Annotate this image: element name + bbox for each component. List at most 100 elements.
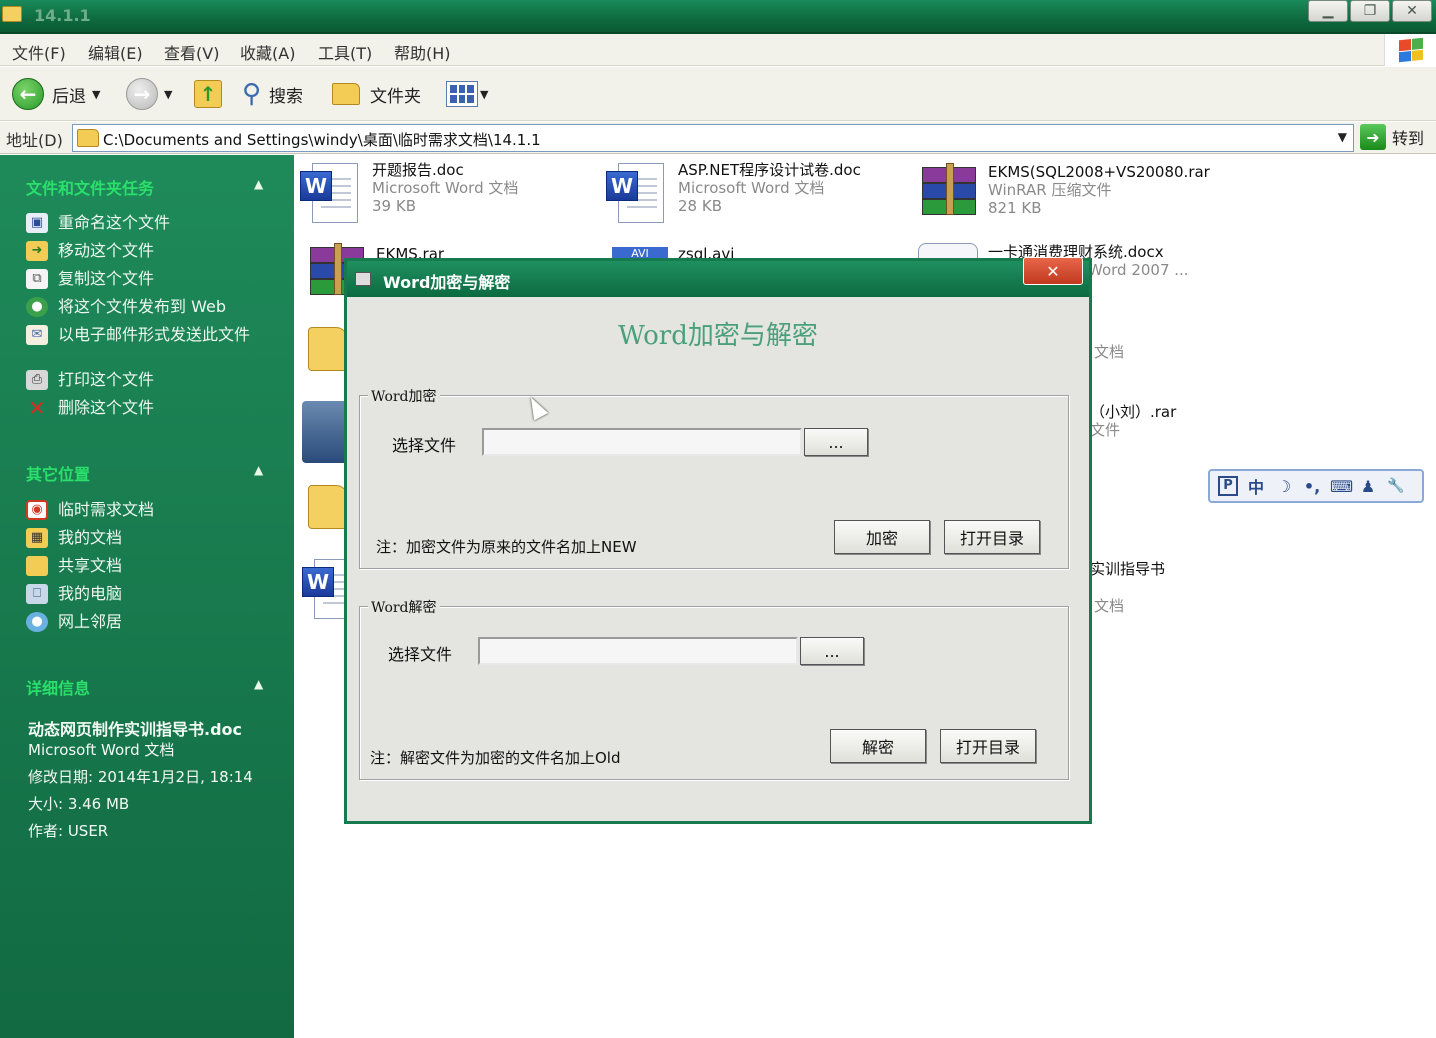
encrypt-button[interactable]: 加密: [834, 520, 930, 554]
punctuation-icon[interactable]: •,: [1302, 477, 1322, 496]
dialog-close-button[interactable]: ✕: [1023, 257, 1083, 285]
shared-folder-icon: [26, 556, 48, 576]
minimize-button[interactable]: ▁: [1308, 0, 1348, 22]
collapse-icon[interactable]: ▲: [254, 677, 263, 691]
winrar-archive-icon: [916, 163, 978, 225]
encrypt-note: 注：加密文件为原来的文件名加上NEW: [376, 538, 637, 556]
decrypt-file-input[interactable]: [478, 637, 798, 665]
place-shared-documents[interactable]: 共享文档: [26, 556, 122, 576]
views-icon: [446, 81, 478, 107]
decrypt-button[interactable]: 解密: [830, 729, 926, 763]
decrypt-group: Word解密 选择文件 ... 解密 打开目录 注：解密文件为加密的文件名加上O…: [359, 597, 1069, 780]
back-button[interactable]: ← 后退 ▼: [12, 77, 100, 111]
place-my-computer[interactable]: ⎕ 我的电脑: [26, 584, 122, 604]
search-icon: ⚲: [242, 79, 262, 109]
encrypt-group-legend: Word加密: [368, 386, 440, 406]
task-rename[interactable]: ▣ 重命名这个文件: [26, 213, 170, 233]
chevron-down-icon[interactable]: ▼: [92, 88, 100, 101]
decrypt-note: 注：解密文件为加密的文件名加上Old: [370, 749, 621, 767]
word-doc-icon: W: [300, 161, 362, 227]
folders-button[interactable]: 文件夹: [332, 77, 421, 111]
encrypt-open-dir-button[interactable]: 打开目录: [944, 520, 1040, 554]
encrypt-browse-button[interactable]: ...: [804, 428, 868, 456]
task-email[interactable]: ✉ 以电子邮件形式发送此文件: [26, 325, 256, 345]
places-section-title[interactable]: 其它位置: [26, 461, 90, 485]
window-title: 14.1.1: [34, 6, 91, 25]
dialog-titlebar: Word加密与解密 ✕: [347, 257, 1089, 297]
menu-tools[interactable]: 工具(T): [318, 40, 372, 64]
encrypt-file-input[interactable]: [482, 428, 802, 456]
folder-icon: [77, 129, 99, 147]
search-button[interactable]: ⚲ 搜索: [242, 77, 303, 111]
go-button[interactable]: ➜ 转到: [1360, 124, 1424, 150]
maximize-button[interactable]: ❐: [1350, 0, 1390, 22]
decrypt-group-legend: Word解密: [368, 597, 440, 617]
ime-logo-icon[interactable]: P: [1218, 476, 1238, 496]
task-delete[interactable]: ✕ 删除这个文件: [26, 398, 154, 418]
chevron-down-icon[interactable]: ▼: [164, 88, 172, 101]
collapse-icon[interactable]: ▲: [254, 463, 263, 477]
menu-edit[interactable]: 编辑(E): [88, 40, 143, 64]
folder-icon[interactable]: [308, 327, 348, 371]
user-icon[interactable]: ♟: [1358, 477, 1378, 496]
chevron-down-icon[interactable]: ▼: [1338, 130, 1347, 144]
ime-chinese-mode[interactable]: 中: [1246, 474, 1266, 498]
task-copy[interactable]: ⧉ 复制这个文件: [26, 269, 154, 289]
folder-icon[interactable]: [308, 485, 348, 529]
place-temp-docs[interactable]: ◉ 临时需求文档: [26, 500, 154, 520]
menu-help[interactable]: 帮助(H): [394, 40, 451, 64]
details-section-title[interactable]: 详细信息: [26, 675, 90, 699]
rename-icon: ▣: [26, 213, 48, 233]
close-button[interactable]: ✕: [1392, 0, 1432, 22]
folder-icon: [332, 83, 360, 105]
printer-icon: ⎙: [26, 370, 48, 390]
menu-favorites[interactable]: 收藏(A): [240, 40, 295, 64]
email-icon: ✉: [26, 325, 48, 345]
partial-file-type: 文件: [1090, 421, 1121, 439]
go-arrow-icon: ➜: [1360, 124, 1386, 150]
ime-toolbar: P 中 ☽ •, ⌨ ♟ 🔧: [1208, 469, 1424, 503]
menu-file[interactable]: 文件(F): [12, 40, 66, 64]
windows-logo-icon: [1384, 34, 1436, 66]
chevron-down-icon[interactable]: ▼: [480, 88, 488, 101]
decrypt-browse-button[interactable]: ...: [800, 637, 864, 665]
address-label: 地址(D): [6, 131, 63, 150]
place-network[interactable]: ● 网上邻居: [26, 612, 122, 632]
soft-keyboard-icon[interactable]: ⌨: [1330, 477, 1353, 496]
settings-wrench-icon[interactable]: 🔧: [1386, 478, 1406, 494]
file-item[interactable]: W ASP.NET程序设计试卷.doc Microsoft Word 文档 28…: [606, 161, 861, 227]
address-input[interactable]: C:\Documents and Settings\windy\桌面\临时需求文…: [72, 124, 1354, 152]
decrypt-file-label: 选择文件: [388, 645, 453, 664]
address-bar: 地址(D) C:\Documents and Settings\windy\桌面…: [0, 122, 1436, 154]
encrypt-file-label: 选择文件: [392, 436, 457, 455]
encrypt-group: Word加密 选择文件 ... 加密 打开目录 注：加密文件为原来的文件名加上N…: [359, 386, 1069, 569]
app-icon: [355, 272, 371, 286]
task-publish-web[interactable]: ● 将这个文件发布到 Web: [26, 297, 226, 317]
place-my-documents[interactable]: ▦ 我的文档: [26, 528, 122, 548]
word-encrypt-dialog: Word加密与解密 ✕ Word加密与解密 Word加密 选择文件 ... 加密…: [344, 257, 1092, 824]
move-icon: ➜: [26, 241, 48, 261]
task-print[interactable]: ⎙ 打印这个文件: [26, 370, 154, 390]
partial-file-name: （小刘）.rar: [1090, 403, 1177, 421]
file-item[interactable]: EKMS(SQL2008+VS20080.rar WinRAR 压缩文件 821…: [916, 163, 1210, 225]
partial-file-type: 文档: [1094, 343, 1125, 361]
up-folder-button[interactable]: ↑: [194, 77, 222, 111]
window-titlebar: 14.1.1 ▁ ❐ ✕: [0, 0, 1436, 34]
decrypt-open-dir-button[interactable]: 打开目录: [940, 729, 1036, 763]
file-item[interactable]: W 开题报告.doc Microsoft Word 文档 39 KB: [300, 161, 518, 227]
task-move[interactable]: ➜ 移动这个文件: [26, 241, 154, 261]
detail-size: 大小: 3.46 MB: [28, 795, 130, 813]
web-publish-icon: ●: [26, 297, 48, 317]
partial-file-type: 文档: [1094, 597, 1125, 615]
tasks-section-title[interactable]: 文件和文件夹任务: [26, 175, 154, 199]
half-width-icon[interactable]: ☽: [1274, 477, 1294, 496]
forward-button[interactable]: → ▼: [126, 77, 172, 111]
folder-icon: ◉: [26, 500, 48, 520]
detail-filename: 动态网页制作实训指导书.doc: [28, 720, 243, 739]
forward-arrow-icon: →: [126, 78, 158, 110]
file-details: 动态网页制作实训指导书.doc Microsoft Word 文档 修改日期: …: [28, 720, 258, 841]
collapse-icon[interactable]: ▲: [254, 177, 263, 191]
menu-view[interactable]: 查看(V): [164, 40, 219, 64]
views-button[interactable]: ▼: [446, 77, 488, 111]
setup-program-icon[interactable]: [302, 401, 350, 463]
